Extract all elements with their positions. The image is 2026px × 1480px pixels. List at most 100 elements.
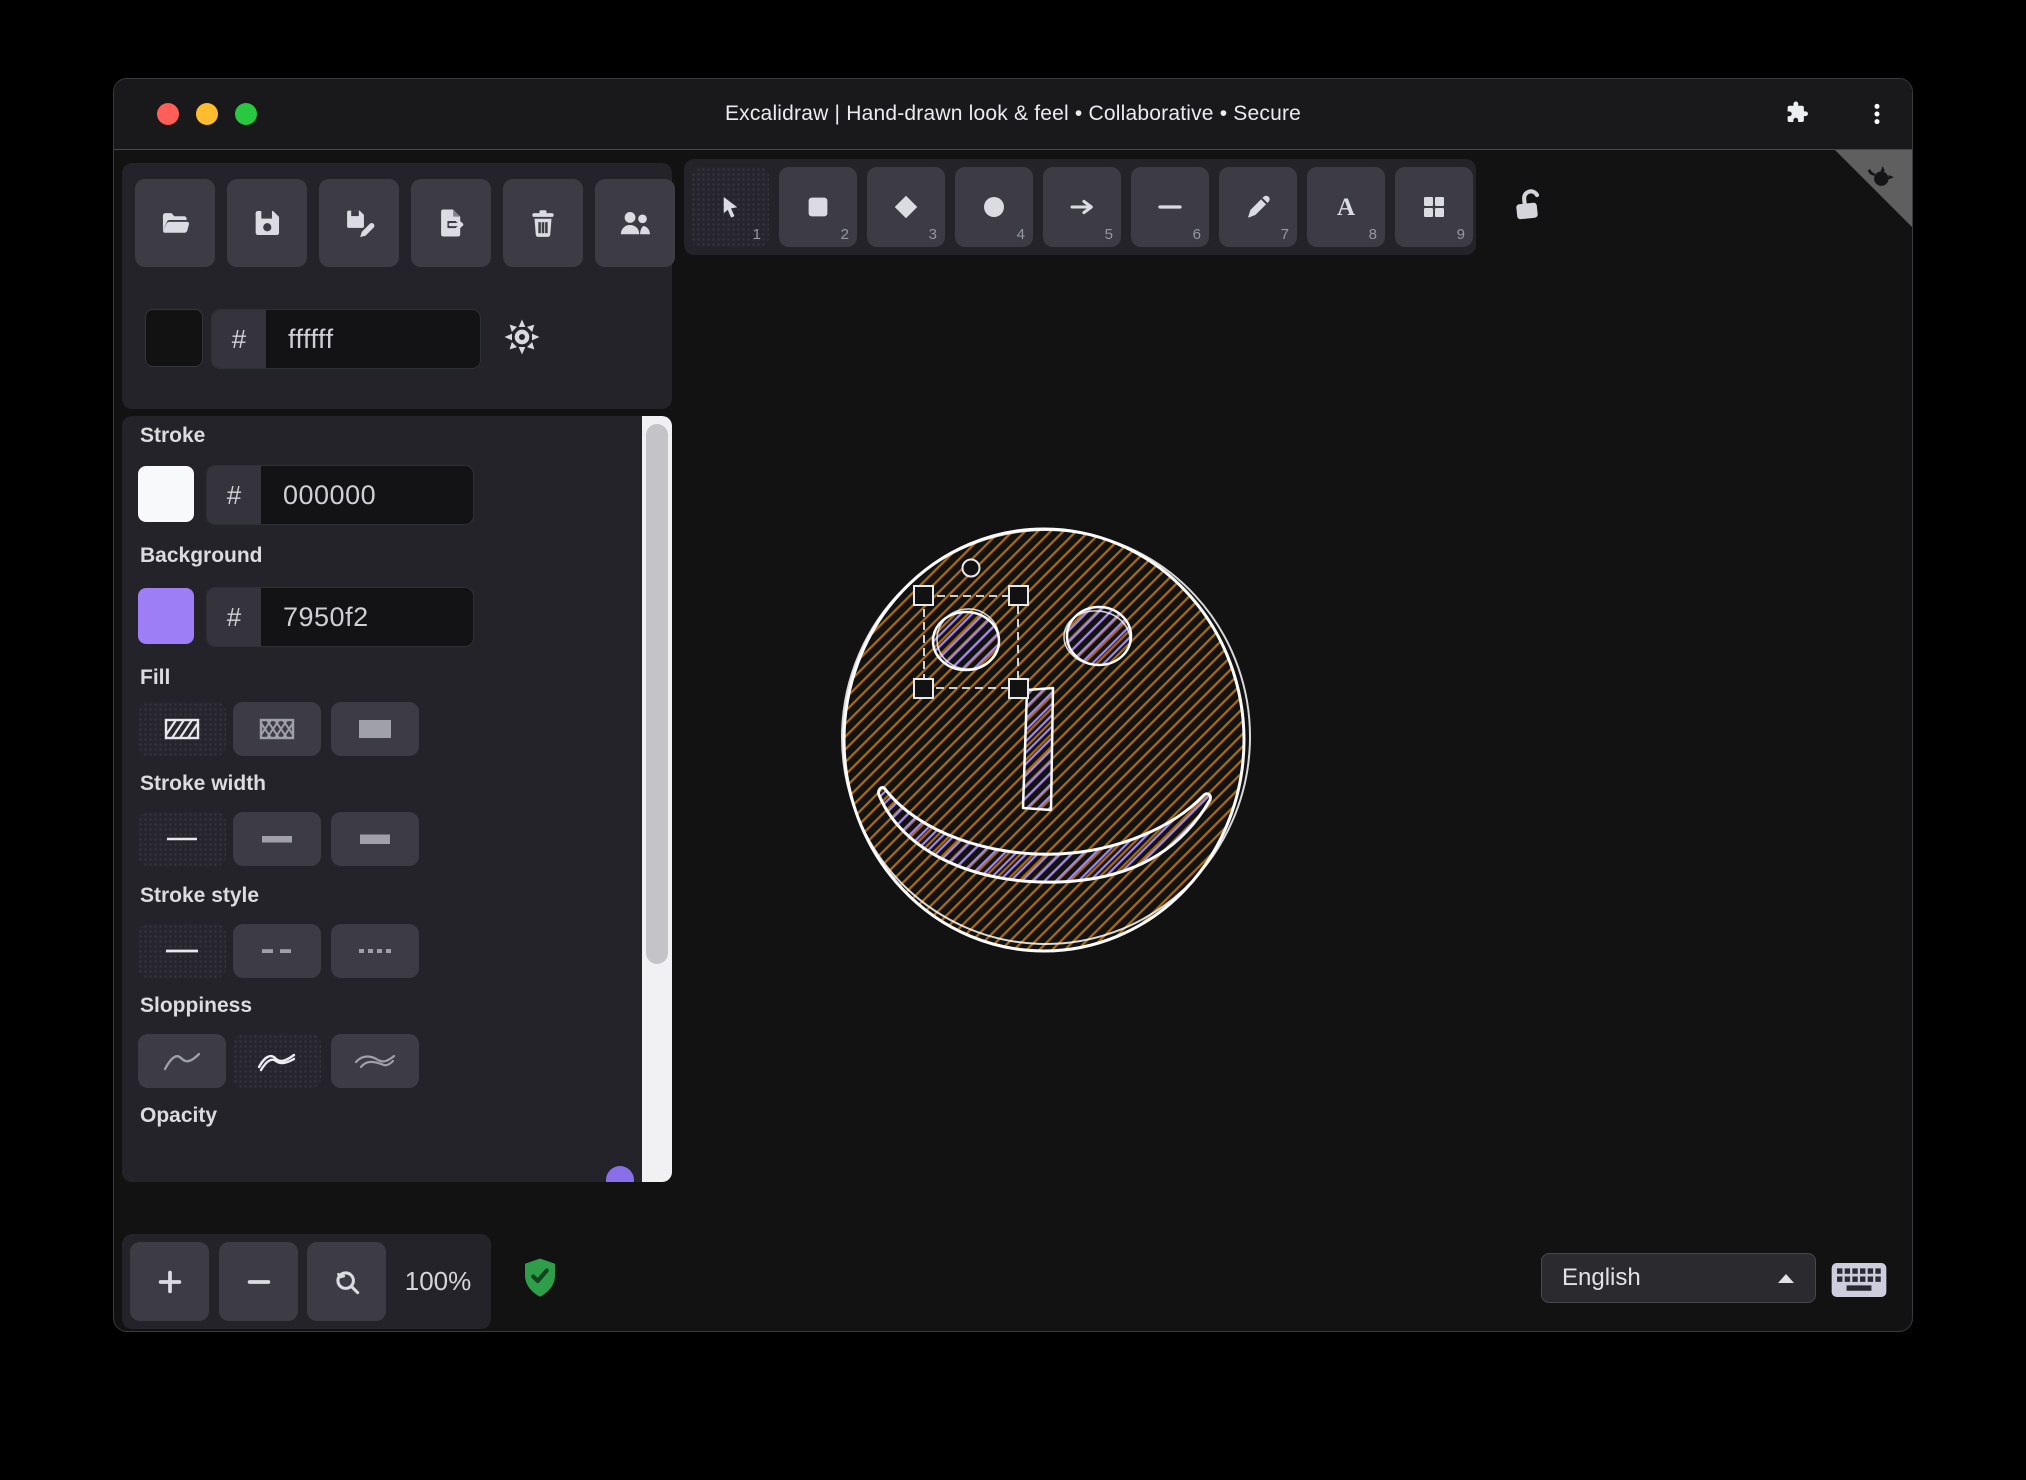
plus-icon: [158, 1270, 181, 1293]
tool-ellipse[interactable]: 4: [955, 167, 1033, 247]
theme-toggle-button[interactable]: [498, 313, 546, 361]
language-value: English: [1562, 1264, 1641, 1291]
hex-hash-prefix: #: [212, 310, 266, 368]
architect-squiggle-icon: [163, 1052, 201, 1071]
stroke-hex-field: #: [206, 465, 474, 525]
text-icon: A: [1337, 194, 1355, 221]
selection-handle-ne[interactable]: [1008, 585, 1029, 606]
background-section-label: Background: [140, 544, 263, 567]
open-file-button[interactable]: [135, 179, 215, 267]
hex-hash-prefix: #: [207, 466, 261, 524]
selection-handle-se[interactable]: [1008, 678, 1029, 699]
fill-hachure-button[interactable]: [138, 702, 226, 756]
sloppiness-architect-button[interactable]: [138, 1034, 226, 1088]
unlocked-padlock-icon: [1516, 189, 1540, 220]
tool-diamond[interactable]: 3: [867, 167, 945, 247]
window-title: Excalidraw | Hand-drawn look & feel • Co…: [724, 102, 1302, 125]
hex-hash-prefix: #: [207, 588, 261, 646]
rotation-handle[interactable]: [961, 558, 981, 578]
keep-tool-active-toggle[interactable]: [1506, 181, 1552, 227]
stroke-section-label: Stroke: [140, 424, 206, 447]
opacity-slider-thumb[interactable]: [606, 1166, 634, 1182]
dashed-stroke-icon: [262, 949, 291, 953]
reset-zoom-button[interactable]: [307, 1242, 386, 1321]
stroke-hex-input[interactable]: [261, 466, 433, 524]
tool-library[interactable]: 9: [1395, 167, 1473, 247]
stroke-width-extra-bold-button[interactable]: [331, 812, 419, 866]
opacity-section-label: Opacity: [140, 1104, 218, 1127]
caret-up-icon: [1778, 1274, 1794, 1283]
fill-cross-hatch-button[interactable]: [233, 702, 321, 756]
tool-selection[interactable]: 1: [691, 167, 769, 247]
save-as-button[interactable]: [319, 179, 399, 267]
circle-icon: [984, 197, 1004, 217]
panel-scrollbar-thumb[interactable]: [646, 424, 668, 964]
stroke-style-section-label: Stroke style: [140, 884, 260, 907]
save-as-icon: [347, 210, 375, 238]
tool-rectangle[interactable]: 2: [779, 167, 857, 247]
users-icon: [620, 212, 650, 235]
cartoonist-squiggle-icon: [354, 1054, 396, 1069]
zoom-level-display[interactable]: 100%: [392, 1234, 484, 1329]
sloppiness-artist-button[interactable]: [233, 1034, 321, 1088]
zoom-in-button[interactable]: [130, 1242, 209, 1321]
app-window: Excalidraw | Hand-drawn look & feel • Co…: [113, 78, 1913, 1332]
background-color-swatch[interactable]: [138, 588, 194, 644]
thin-line-icon: [167, 837, 197, 841]
background-hex-field: #: [206, 587, 474, 647]
bold-line-icon: [262, 836, 292, 843]
collaboration-button[interactable]: [595, 179, 675, 267]
solid-stroke-icon: [166, 949, 198, 953]
properties-panel: Stroke # Background # Fill: [122, 416, 672, 1182]
square-icon: [808, 197, 828, 217]
title-bar: Excalidraw | Hand-drawn look & feel • Co…: [114, 79, 1912, 150]
sun-icon: [504, 319, 540, 355]
language-select[interactable]: English: [1541, 1253, 1816, 1303]
cursor-icon: [723, 197, 738, 218]
zoom-controls-island: 100%: [122, 1234, 491, 1329]
browser-menu-button[interactable]: [1856, 93, 1898, 135]
pencil-icon: [1248, 195, 1270, 218]
open-folder-icon: [162, 213, 190, 233]
zoom-out-button[interactable]: [219, 1242, 298, 1321]
svg-text:A: A: [1337, 194, 1355, 221]
tool-text[interactable]: A 8: [1307, 167, 1385, 247]
tool-line[interactable]: 6: [1131, 167, 1209, 247]
artist-squiggle-icon: [257, 1053, 296, 1072]
line-icon: [1158, 205, 1182, 209]
smiley-nose[interactable]: [1021, 686, 1055, 812]
stroke-style-solid-button[interactable]: [138, 924, 226, 978]
canvas-background-hex-input[interactable]: [266, 310, 438, 368]
stroke-width-thin-button[interactable]: [138, 812, 226, 866]
cross-hatch-fill-icon: [259, 718, 295, 740]
fill-section-label: Fill: [140, 666, 171, 689]
background-hex-input[interactable]: [261, 588, 433, 646]
tool-draw[interactable]: 7: [1219, 167, 1297, 247]
stroke-width-bold-button[interactable]: [233, 812, 321, 866]
fill-solid-button[interactable]: [331, 702, 419, 756]
export-icon: [441, 209, 466, 237]
selection-handle-sw[interactable]: [913, 678, 934, 699]
tool-arrow[interactable]: 5: [1043, 167, 1121, 247]
selection-handle-nw[interactable]: [913, 585, 934, 606]
stroke-color-swatch[interactable]: [138, 466, 194, 522]
zoom-reset-icon: [335, 1270, 359, 1294]
encryption-shield-icon: [525, 1258, 555, 1297]
canvas-background-swatch[interactable]: [145, 309, 203, 367]
extensions-button[interactable]: [1776, 93, 1818, 135]
github-corner-link[interactable]: [1832, 149, 1912, 229]
app-menu-island: #: [122, 163, 675, 409]
trash-icon: [532, 210, 554, 237]
stroke-style-dashed-button[interactable]: [233, 924, 321, 978]
sloppiness-cartoonist-button[interactable]: [331, 1034, 419, 1088]
canvas-background-hex-field: #: [211, 309, 481, 369]
sloppiness-section-label: Sloppiness: [140, 994, 253, 1017]
keyboard-shortcuts-button[interactable]: [1830, 1261, 1888, 1299]
save-icon: [255, 210, 280, 236]
clear-canvas-button[interactable]: [503, 179, 583, 267]
shapes-grid-icon: [1424, 197, 1444, 217]
diamond-icon: [894, 195, 918, 219]
stroke-style-dotted-button[interactable]: [331, 924, 419, 978]
save-file-button[interactable]: [227, 179, 307, 267]
export-image-button[interactable]: [411, 179, 491, 267]
